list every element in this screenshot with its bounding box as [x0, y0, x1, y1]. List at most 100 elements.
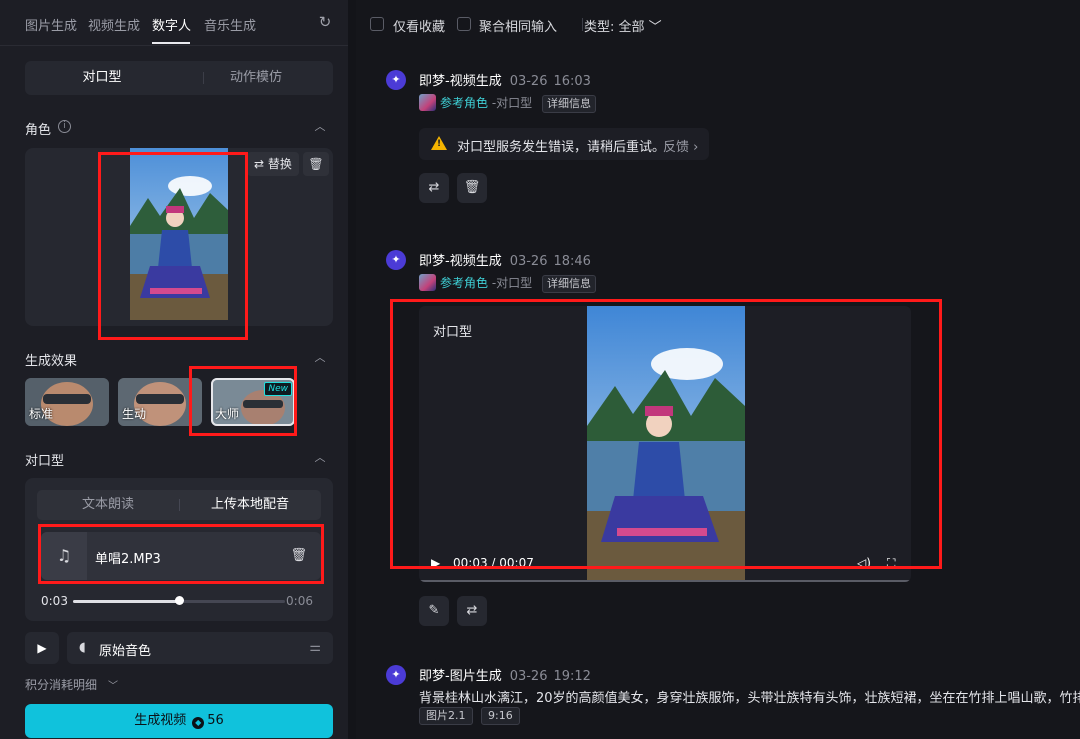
generate-video-button[interactable]: 生成视频 ◆ 56: [25, 704, 333, 738]
play-icon[interactable]: ▶: [431, 556, 440, 570]
favorites-label[interactable]: 仅看收藏: [393, 16, 445, 35]
video-current-time: 00:03: [453, 556, 488, 570]
audio-progress-knob[interactable]: [175, 596, 184, 605]
type-filter[interactable]: 类型: 全部 ﹀: [584, 16, 662, 35]
effect-label: 标准: [29, 407, 54, 421]
detail-info-button[interactable]: 详细信息: [542, 95, 597, 113]
effect-vivid[interactable]: 生动: [118, 378, 202, 426]
history-panel: 仅看收藏 聚合相同输入 类型: 全部 ﹀ ✦ 即梦-视频生成 03-26 16:03…: [356, 0, 1080, 739]
post-mode: -对口型: [491, 96, 533, 110]
post-time: 19:12: [553, 669, 591, 684]
post-prompt: 背景桂林山水漓江，20岁的高颜值美女，身穿壮族服饰，头带壮族特有头饰，壮族短裙，…: [419, 691, 1080, 706]
ratio-tag: 9:16: [481, 707, 520, 725]
settings-sliders-icon[interactable]: ⚌: [309, 640, 321, 655]
post-source: 即梦-视频生成: [419, 254, 502, 269]
active-tab-indicator: [152, 42, 190, 44]
role-title: 角色: [25, 123, 52, 138]
audio-file-name: 单唱2.MP3: [95, 552, 161, 567]
post-date: 03-26: [509, 254, 548, 269]
effect-master[interactable]: New 大师: [211, 378, 295, 426]
video-title: 对口型: [433, 325, 473, 340]
video-progress-bar[interactable]: [419, 580, 911, 582]
tab-music-gen[interactable]: 音乐生成: [204, 15, 256, 34]
trash-icon: 🗑: [463, 180, 481, 195]
post-reference: 参考角色 -对口型 详细信息: [419, 274, 597, 293]
replace-label: 替换: [267, 157, 292, 171]
tab-video-gen[interactable]: 视频生成: [88, 15, 140, 34]
trash-icon[interactable]: 🗑: [290, 548, 307, 563]
post-date: 03-26: [509, 669, 548, 684]
post-source: 即梦-视频生成: [419, 74, 502, 89]
video-player[interactable]: 对口型 ▶ 00:03 / 00:07 ◁) ⛶: [419, 306, 911, 582]
tab-text-reading[interactable]: 文本朗读: [37, 490, 179, 520]
post-header: 即梦-视频生成 03-26 16:03: [419, 70, 591, 89]
post-header: 即梦-图片生成 03-26 19:12: [419, 665, 591, 684]
ref-role-link[interactable]: 参考角色: [440, 276, 488, 290]
tab-image-gen[interactable]: 图片生成: [25, 15, 77, 34]
feedback-label: 反馈: [663, 140, 690, 155]
favorites-checkbox[interactable]: [370, 17, 384, 31]
generate-label: 生成视频: [134, 713, 187, 728]
effect-label: 大师: [215, 407, 240, 421]
mode-motion-imitation[interactable]: 动作模仿: [179, 61, 333, 95]
chevron-down-icon[interactable]: ﹀: [108, 677, 118, 692]
audio-total-time: 0:06: [286, 594, 313, 608]
effect-standard[interactable]: 标准: [25, 378, 109, 426]
regenerate-button[interactable]: ⇄: [457, 596, 487, 626]
jimeng-avatar: ✦: [386, 665, 406, 685]
mode-switch: 对口型 动作模仿: [25, 61, 333, 95]
info-icon[interactable]: i: [58, 120, 71, 133]
type-filter-label: 类型: 全部: [584, 20, 645, 35]
voice-icon: ◖: [79, 640, 86, 655]
warning-icon: !: [431, 136, 447, 150]
fullscreen-icon[interactable]: ⛶: [887, 556, 895, 571]
points-detail[interactable]: 积分消耗明细: [25, 676, 97, 693]
refresh-icon[interactable]: ↻: [316, 13, 334, 31]
post-source: 即梦-图片生成: [419, 669, 502, 684]
aggregate-label[interactable]: 聚合相同输入: [479, 16, 557, 35]
video-total-time: 00:07: [499, 556, 534, 570]
pencil-icon: ✎: [428, 603, 440, 618]
chevron-up-icon[interactable]: ︿: [314, 121, 326, 133]
error-text: 对口型服务发生错误，请稍后重试。: [457, 140, 666, 155]
retry-icon: ⇄: [428, 180, 440, 195]
video-frame: [587, 306, 745, 582]
video-time: 00:03 / 00:07: [453, 556, 534, 570]
chevron-up-icon[interactable]: ︿: [314, 352, 326, 364]
error-message: ! 对口型服务发生错误，请稍后重试。 反馈 ›: [419, 128, 709, 160]
mode-lipsync[interactable]: 对口型: [25, 61, 179, 95]
aggregate-checkbox[interactable]: [457, 17, 471, 31]
detail-info-button[interactable]: 详细信息: [542, 275, 597, 293]
play-button[interactable]: ▶: [25, 632, 59, 664]
tab-digital-human[interactable]: 数字人: [152, 15, 191, 34]
tab-upload-audio[interactable]: 上传本地配音: [179, 490, 321, 520]
delete-role-button[interactable]: 🗑: [303, 152, 329, 176]
top-nav: 图片生成 视频生成 数字人 音乐生成 ↻: [0, 0, 348, 46]
post-reference: 参考角色 -对口型 详细信息: [419, 94, 597, 113]
jimeng-avatar: ✦: [386, 250, 406, 270]
regenerate-button[interactable]: ⇄: [419, 173, 449, 203]
post-time: 18:46: [553, 254, 591, 269]
audio-panel: 文本朗读 上传本地配音 ♫ 单唱2.MP3 🗑 0:03 0:06: [25, 478, 333, 621]
trash-icon: 🗑: [308, 157, 324, 171]
volume-icon[interactable]: ◁): [857, 556, 871, 570]
chevron-right-icon: ›: [689, 140, 699, 155]
audio-current-time: 0:03: [41, 594, 68, 608]
voice-select[interactable]: ◖ 原始音色 ⚌: [67, 632, 333, 664]
new-badge: New: [264, 382, 292, 396]
jimeng-avatar: ✦: [386, 70, 406, 90]
audio-file-row: ♫ 单唱2.MP3 🗑: [41, 532, 321, 580]
role-image: [130, 148, 228, 320]
replace-button[interactable]: ⇄ 替换: [247, 152, 299, 176]
post-header: 即梦-视频生成 03-26 18:46: [419, 250, 591, 269]
post-mode: -对口型: [491, 276, 533, 290]
play-icon: ▶: [37, 641, 47, 655]
effect-label: 生动: [122, 407, 147, 421]
edit-button[interactable]: ✎: [419, 596, 449, 626]
delete-button[interactable]: 🗑: [457, 173, 487, 203]
chevron-up-icon[interactable]: ︿: [314, 452, 326, 464]
model-tag: 图片2.1: [419, 707, 473, 725]
feedback-link[interactable]: 反馈 ›: [663, 136, 698, 155]
ref-role-link[interactable]: 参考角色: [440, 96, 488, 110]
lipsync-title: 对口型: [25, 454, 65, 469]
